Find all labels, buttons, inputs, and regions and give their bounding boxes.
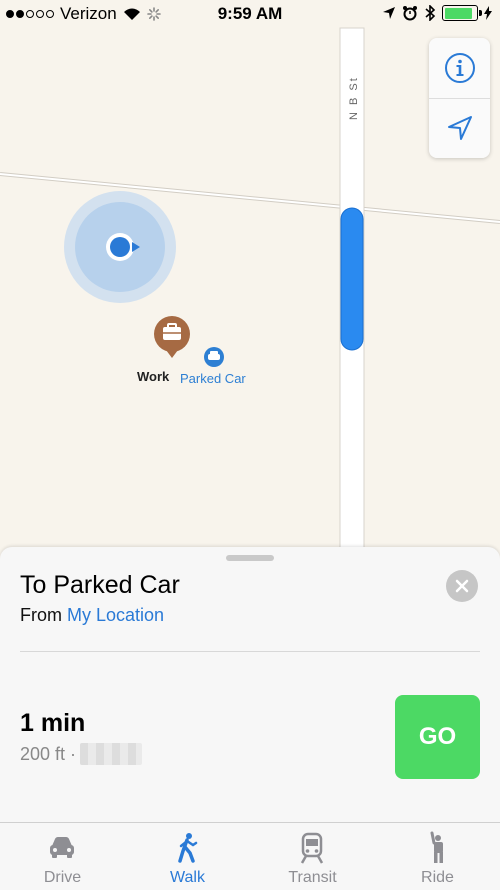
from-prefix: From xyxy=(20,605,62,625)
location-services-icon xyxy=(383,7,395,19)
location-arrow-icon xyxy=(447,116,472,140)
train-icon xyxy=(300,832,324,864)
divider xyxy=(20,651,480,652)
tab-drive-label: Drive xyxy=(43,869,82,886)
eta-time: 1 min xyxy=(20,709,86,737)
parked-car-pin[interactable] xyxy=(204,347,224,367)
tab-transit-label: Transit xyxy=(288,869,337,886)
current-location-icon[interactable] xyxy=(64,191,176,303)
map-controls xyxy=(429,38,490,158)
route-distance: 200 ft · xyxy=(20,743,143,765)
charging-icon xyxy=(484,6,492,20)
transport-tab-bar: Drive Walk Transit Ride xyxy=(0,822,500,890)
tab-walk-label: Walk xyxy=(170,869,205,886)
info-button[interactable] xyxy=(429,38,490,99)
tab-drive[interactable]: Drive xyxy=(0,823,125,890)
info-icon xyxy=(444,53,475,83)
work-pin-label[interactable]: Work xyxy=(137,369,169,384)
tab-walk[interactable]: Walk xyxy=(125,823,250,890)
redacted-text xyxy=(80,743,143,765)
location-button[interactable] xyxy=(429,98,490,158)
tab-ride[interactable]: Ride xyxy=(375,823,500,890)
alarm-icon xyxy=(403,6,417,21)
walk-icon xyxy=(178,833,198,863)
sheet-title: To Parked Car xyxy=(20,571,180,599)
from-line: From My Location xyxy=(20,605,164,626)
parked-car-pin-label[interactable]: Parked Car xyxy=(180,371,246,386)
car-icon xyxy=(50,837,74,858)
battery-icon xyxy=(442,5,482,21)
go-button[interactable]: GO xyxy=(395,695,480,779)
tab-ride-label: Ride xyxy=(421,869,454,886)
route-line xyxy=(340,207,364,351)
tab-transit[interactable]: Transit xyxy=(250,823,375,890)
ride-hail-icon xyxy=(430,831,443,863)
distance-text: 200 ft · xyxy=(20,743,77,764)
directions-sheet: To Parked Car From My Location 1 min 200… xyxy=(0,547,500,822)
close-icon xyxy=(455,579,469,593)
status-bar: Verizon 9:59 AM xyxy=(0,0,500,28)
bluetooth-icon xyxy=(425,5,436,21)
close-button[interactable] xyxy=(446,570,478,602)
from-location-link[interactable]: My Location xyxy=(67,605,164,625)
road-label: N B St xyxy=(348,76,360,120)
sheet-grabber[interactable] xyxy=(226,555,274,561)
